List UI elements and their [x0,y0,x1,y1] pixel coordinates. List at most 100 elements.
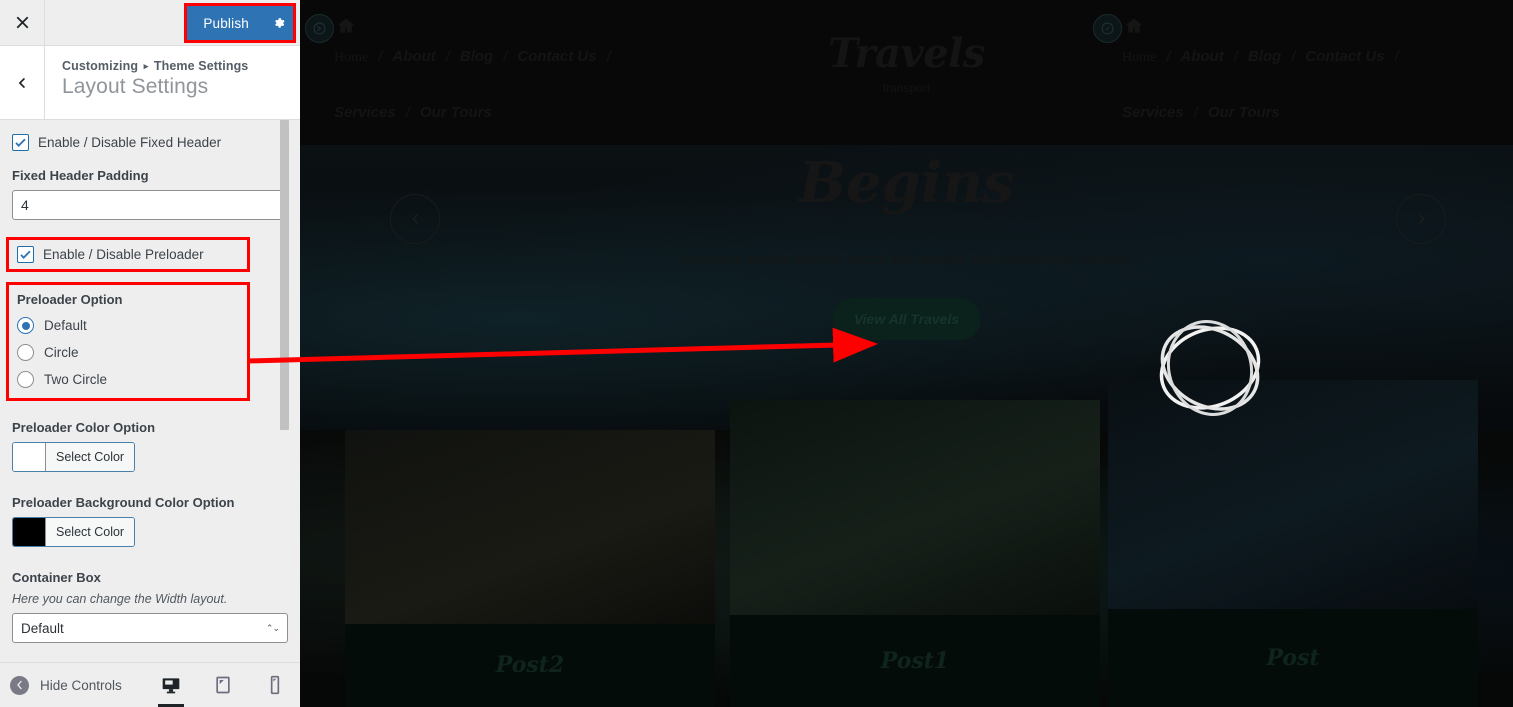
hide-controls-button[interactable]: Hide Controls [10,675,122,695]
post-card[interactable]: Post2 [345,430,715,707]
container-box-select[interactable]: Default ⌃⌄ [12,613,288,643]
container-box-selected-value: Default [21,620,64,636]
radio-option-two-circle[interactable]: Two Circle [17,371,239,388]
post-card-grid: Post2 Post1 Post [300,380,1513,707]
desktop-icon [162,678,180,694]
slider-prev-button[interactable] [390,194,440,244]
post-title[interactable]: Post [1266,645,1319,671]
check-icon [20,250,31,259]
preloader-option-circle-radio[interactable] [17,344,34,361]
preloader-bg-color-select-button[interactable]: Select Color [45,518,135,546]
container-box-label: Container Box [12,570,101,585]
close-icon [16,16,28,29]
preloader-checkbox[interactable] [17,246,34,263]
preloader-spinner [1155,313,1265,423]
preloader-option-label: Preloader Option [17,292,123,307]
chevron-right-icon [1418,214,1425,224]
preloader-checkbox-label: Enable / Disable Preloader [43,247,204,262]
control-container-box: Container Box Here you can change the Wi… [12,570,288,643]
scroll-down-icon[interactable] [1093,13,1122,43]
home-icon[interactable] [1124,16,1144,41]
panel-title: Layout Settings [62,75,209,98]
customizer-sidebar: Publish Customizing ▸ Theme Settings Lay… [0,0,300,707]
preloader-color-picker[interactable]: Select Color [12,442,136,472]
post-title[interactable]: Post1 [881,648,949,674]
preloader-checkbox-highlight-box: Enable / Disable Preloader [6,237,250,272]
preloader-bg-color-picker[interactable]: Select Color [12,517,136,547]
check-icon [15,138,26,147]
nav-item-about[interactable]: About [1171,48,1232,65]
control-preloader-bg-color: Preloader Background Color Option Select… [12,495,288,551]
radio-option-default[interactable]: Default [17,317,239,334]
container-box-description: Here you can change the Width layout. [12,592,228,606]
controls-pane: Enable / Disable Fixed Header Fixed Head… [0,120,300,662]
device-preview-switcher [156,663,290,707]
view-all-travels-button[interactable]: View All Travels [832,297,981,340]
chevron-left-icon [18,77,25,88]
publish-button[interactable]: Publish [187,6,263,40]
preloader-option-two-circle-radio[interactable] [17,371,34,388]
device-desktop-button[interactable] [156,663,186,707]
device-mobile-button[interactable] [260,663,290,707]
controls-scrollbar[interactable] [280,120,295,660]
panel-back-button[interactable] [0,46,45,119]
hero-subtitle: loream is simply dummy text of the print… [681,250,1132,268]
publish-settings-button[interactable] [263,6,293,40]
breadcrumb-parent[interactable]: Theme Settings [154,59,248,73]
chevron-left-circle-icon[interactable] [10,675,29,695]
preloader-bg-color-swatch[interactable] [13,518,45,546]
nav-item-services[interactable]: Services [325,104,405,121]
preloader-option-circle-label: Circle [44,345,79,360]
fixed-header-checkbox-label: Enable / Disable Fixed Header [38,135,222,150]
panel-header: Customizing ▸ Theme Settings Layout Sett… [0,46,300,120]
secondary-nav-left: Services / Our Tours [325,104,501,121]
scrollbar-thumb[interactable] [280,120,289,430]
preloader-color-select-button[interactable]: Select Color [45,443,135,471]
hide-controls-label: Hide Controls [40,677,122,693]
preloader-color-label: Preloader Color Option [12,420,156,435]
nav-item-services[interactable]: Services [1113,104,1193,121]
customizer-footer: Hide Controls [0,662,300,707]
preloader-option-highlight-box: Preloader Option Default Circle Two Circ… [6,282,250,401]
nav-separator: / [1394,48,1399,65]
site-header: Home / About / Blog / Contact Us / Servi… [300,0,1513,145]
nav-item-contact-us[interactable]: Contact Us [1296,48,1393,65]
device-tablet-button[interactable] [208,663,238,707]
preloader-option-two-circle-label: Two Circle [44,372,108,387]
control-fixed-header: Enable / Disable Fixed Header [12,134,288,151]
post-card[interactable]: Post [1108,380,1478,707]
mobile-icon [270,675,280,695]
hero-title: Begins [798,150,1015,216]
close-customizer-button[interactable] [0,0,45,45]
breadcrumb: Customizing ▸ Theme Settings [62,59,248,73]
post-card[interactable]: Post1 [730,400,1100,707]
primary-nav-right: Home / About / Blog / Contact Us / [1113,48,1400,66]
tablet-icon [216,676,230,694]
breadcrumb-root[interactable]: Customizing [62,59,138,73]
nav-item-blog[interactable]: Blog [1239,48,1290,65]
control-fixed-header-padding: Fixed Header Padding [12,168,288,220]
nav-item-our-tours[interactable]: Our Tours [411,104,501,121]
slider-next-button[interactable] [1396,194,1446,244]
fixed-header-padding-input[interactable] [12,190,288,220]
post-title[interactable]: Post2 [496,652,564,678]
nav-item-our-tours[interactable]: Our Tours [1199,104,1289,121]
preloader-option-default-radio[interactable] [17,317,34,334]
fixed-header-checkbox[interactable] [12,134,29,151]
chevron-left-icon [411,214,418,224]
gear-icon [274,18,284,28]
breadcrumb-caret-icon: ▸ [143,61,149,71]
preloader-color-swatch[interactable] [13,443,45,471]
site-tagline: transport [882,81,931,95]
nav-item-home[interactable]: Home [1113,50,1165,66]
radio-option-circle[interactable]: Circle [17,344,239,361]
fixed-header-padding-label: Fixed Header Padding [12,168,149,183]
preview-frame: Home / About / Blog / Contact Us / Servi… [300,0,1513,707]
secondary-nav-right: Services / Our Tours [1113,104,1289,121]
post-thumbnail [345,430,715,624]
nav-block-right: Home / About / Blog / Contact Us / Servi… [1093,10,1399,121]
customizer-topbar: Publish [0,0,300,46]
chevron-updown-icon: ⌃⌄ [265,622,280,633]
publish-highlight-box: Publish [184,3,296,43]
post-thumbnail [730,400,1100,615]
